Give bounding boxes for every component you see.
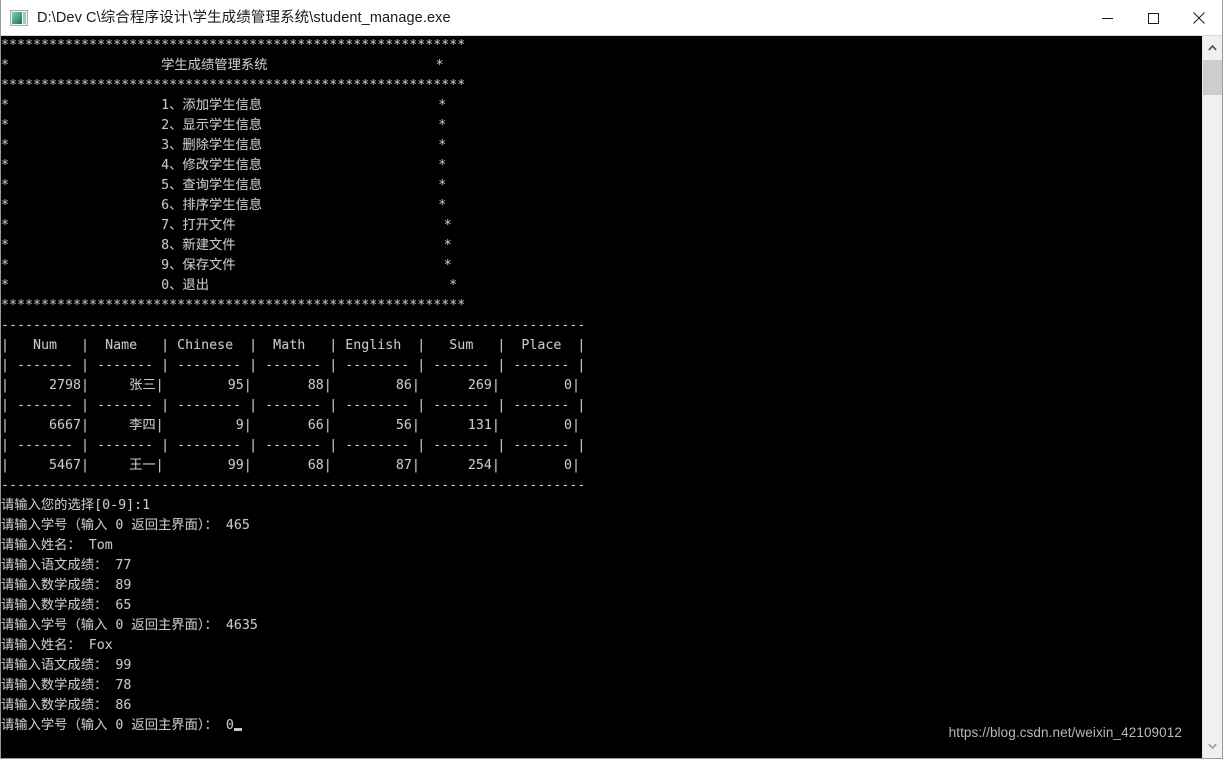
chevron-down-icon <box>1208 743 1217 749</box>
console-output-area[interactable]: ****************************************… <box>1 36 1204 758</box>
maximize-icon <box>1147 12 1159 24</box>
maximize-button[interactable] <box>1130 0 1176 36</box>
minimize-icon <box>1101 17 1113 19</box>
close-icon <box>1193 12 1205 24</box>
scroll-up-button[interactable] <box>1203 36 1222 60</box>
vertical-scrollbar[interactable] <box>1202 36 1222 758</box>
window-title: D:\Dev C\综合程序设计\学生成绩管理系统\student_manage.… <box>37 9 451 26</box>
app-window: D:\Dev C\综合程序设计\学生成绩管理系统\student_manage.… <box>0 0 1223 759</box>
scrollbar-thumb[interactable] <box>1203 60 1222 95</box>
console-text: ****************************************… <box>1 38 586 733</box>
scroll-down-button[interactable] <box>1203 734 1222 758</box>
window-controls <box>1084 0 1222 36</box>
close-button[interactable] <box>1176 0 1222 36</box>
console-app-icon <box>10 9 28 26</box>
text-cursor <box>233 728 242 731</box>
watermark-text: https://blog.csdn.net/weixin_42109012 <box>948 725 1182 740</box>
minimize-button[interactable] <box>1084 0 1130 36</box>
title-bar[interactable]: D:\Dev C\综合程序设计\学生成绩管理系统\student_manage.… <box>1 0 1222 36</box>
chevron-up-icon <box>1208 45 1217 51</box>
